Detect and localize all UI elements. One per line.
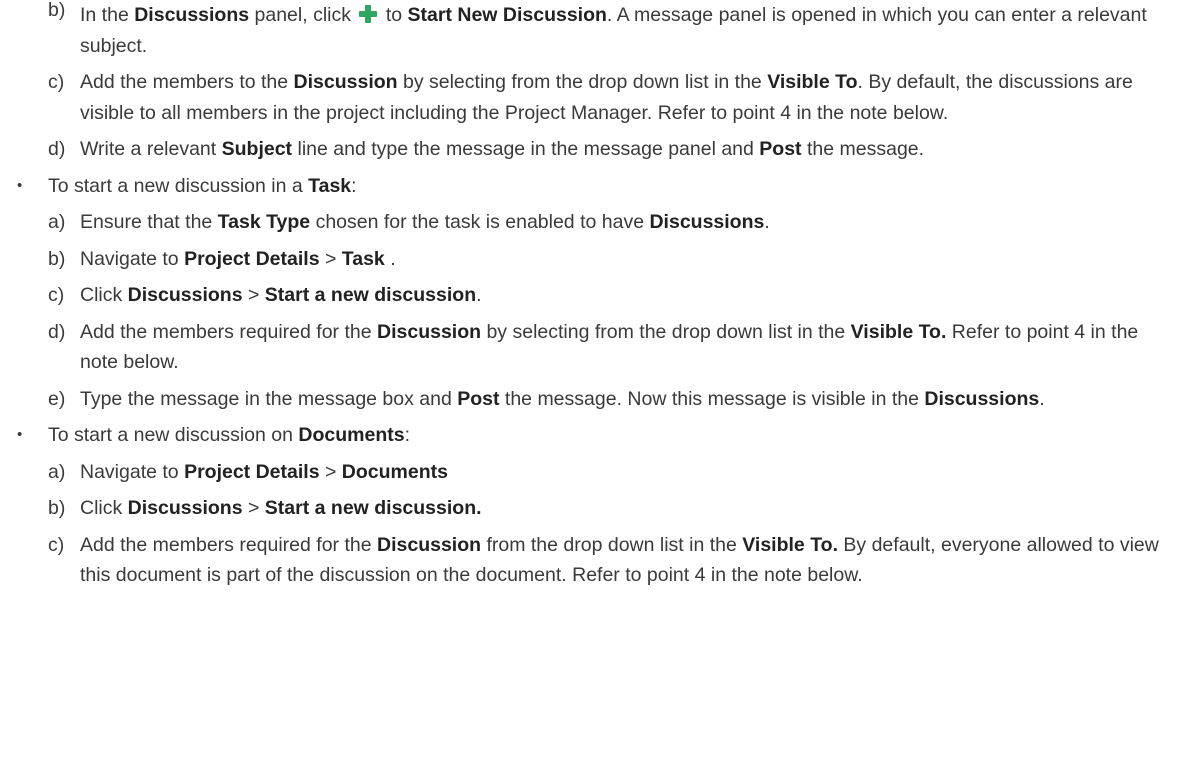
- step-marker: c): [48, 71, 65, 93]
- text-segment: Type the message in the message box and: [80, 387, 458, 410]
- text-segment: .: [384, 247, 396, 270]
- ui-term: Documents: [341, 460, 448, 483]
- ui-term: Task Type: [217, 211, 311, 233]
- step-b-start-new-discussion: b) In the Discussions panel, click to Sta…: [0, 0, 1190, 61]
- ui-term: Visible To.: [850, 320, 947, 343]
- text-segment: panel, click: [249, 4, 357, 26]
- step-text: Navigate to Project Details > Task .: [80, 248, 396, 270]
- text-segment: Navigate to: [80, 247, 185, 270]
- task-step-a: a) Ensure that the Task Type chosen for t…: [0, 207, 1190, 238]
- bullet-marker: •: [17, 176, 23, 194]
- ui-term: Discussions: [924, 387, 1040, 410]
- text-segment: the message. Now this message is visible…: [499, 387, 925, 410]
- ui-term: Task: [308, 174, 352, 197]
- task-step-c: c) Click Discussions > Start a new discus…: [0, 280, 1190, 311]
- step-marker: c): [48, 284, 65, 306]
- text-segment: In the: [80, 4, 135, 26]
- ui-term: Project Details: [184, 247, 320, 270]
- text-segment: by selecting from the drop down list in …: [397, 71, 768, 93]
- text-segment: Add the members required for the: [80, 533, 377, 556]
- step-marker: b): [48, 247, 66, 270]
- ui-term: Project Details: [184, 460, 320, 483]
- step-marker: d): [48, 138, 66, 160]
- text-segment: Add the members required for the: [80, 320, 377, 343]
- step-text: Ensure that the Task Type chosen for the…: [80, 211, 770, 233]
- text-segment: chosen for the task is enabled to have: [310, 211, 650, 233]
- text-segment: line and type the message in the message…: [292, 138, 760, 160]
- text-segment: Write a relevant: [80, 138, 222, 160]
- text-segment: :: [404, 424, 410, 446]
- ui-term: Start New Discussion: [407, 4, 607, 26]
- text-segment: >: [319, 460, 342, 483]
- step-marker: d): [48, 320, 66, 343]
- text-segment: by selecting from the drop down list in …: [481, 320, 851, 343]
- step-marker: a): [48, 211, 66, 233]
- bullet-task: • To start a new discussion in a Task:: [0, 171, 1190, 202]
- ui-term: Discussion: [377, 320, 482, 343]
- text-segment: >: [242, 284, 265, 306]
- text-segment: .: [1039, 387, 1045, 410]
- task-step-b: b) Navigate to Project Details > Task .: [0, 244, 1190, 275]
- step-marker: c): [48, 533, 65, 556]
- text-segment: :: [351, 174, 357, 197]
- text-segment: To start a new discussion on: [48, 424, 299, 446]
- ui-term: Discussions: [649, 211, 765, 233]
- step-text: Add the members required for the Discuss…: [80, 534, 1159, 587]
- text-segment: Click: [80, 497, 128, 519]
- task-step-e: e) Type the message in the message box an…: [0, 384, 1190, 415]
- doc-step-a: a) Navigate to Project Details > Document…: [0, 457, 1190, 488]
- text-segment: the message.: [801, 138, 925, 160]
- step-text: Write a relevant Subject line and type t…: [80, 138, 924, 160]
- text-segment: To start a new discussion in a: [48, 174, 309, 197]
- task-step-d: d) Add the members required for the Discu…: [0, 317, 1190, 378]
- ui-term: Discussion: [293, 71, 398, 93]
- step-text: Navigate to Project Details > Documents: [80, 461, 448, 483]
- ui-term: Discussion: [377, 533, 482, 556]
- step-text: Add the members required for the Discuss…: [80, 321, 1138, 374]
- step-marker: a): [48, 460, 66, 483]
- text-segment: to: [380, 4, 408, 26]
- step-marker: e): [48, 387, 66, 410]
- bullet-documents: • To start a new discussion on Documents:: [0, 420, 1190, 451]
- ui-term: Task: [341, 247, 385, 270]
- ui-term: Subject: [221, 138, 293, 160]
- step-text: Click Discussions > Start a new discussi…: [80, 497, 482, 519]
- step-marker: b): [48, 497, 66, 519]
- doc-step-c: c) Add the members required for the Discu…: [0, 530, 1190, 591]
- step-marker: b): [48, 0, 66, 21]
- ui-term: Visible To.: [742, 533, 838, 556]
- step-c-add-members: c) Add the members to the Discussion by s…: [0, 67, 1190, 128]
- step-d-write-subject: d) Write a relevant Subject line and type…: [0, 134, 1190, 165]
- text-segment: Add the members to the: [80, 71, 294, 93]
- instruction-document: b) In the Discussions panel, click to Sta…: [0, 0, 1190, 597]
- text-segment: .: [764, 211, 770, 233]
- ui-term: Discussions: [134, 4, 250, 26]
- ui-term: Start a new discussion: [264, 284, 477, 306]
- text-segment: Ensure that the: [80, 211, 218, 233]
- ui-term: Discussions: [127, 284, 243, 306]
- plus-icon: [358, 4, 378, 24]
- ui-term: Start a new discussion.: [264, 497, 482, 519]
- text-segment: >: [242, 497, 265, 519]
- step-text: To start a new discussion on Documents:: [48, 424, 410, 446]
- bullet-marker: •: [17, 426, 23, 443]
- text-segment: .: [476, 284, 482, 306]
- text-segment: Click: [80, 284, 128, 306]
- step-text: Click Discussions > Start a new discussi…: [80, 284, 482, 306]
- text-segment: from the drop down list in the: [481, 533, 743, 556]
- doc-step-b: b) Click Discussions > Start a new discus…: [0, 493, 1190, 524]
- step-text: Type the message in the message box and …: [80, 388, 1045, 410]
- ui-term: Post: [457, 387, 500, 410]
- step-text: To start a new discussion in a Task:: [48, 175, 357, 197]
- step-text: Add the members to the Discussion by sel…: [80, 71, 1133, 124]
- ui-term: Discussions: [127, 497, 243, 519]
- text-segment: >: [319, 247, 342, 270]
- ui-term: Documents: [298, 424, 405, 446]
- ui-term: Post: [759, 138, 802, 160]
- text-segment: Navigate to: [80, 460, 185, 483]
- ui-term: Visible To: [767, 71, 858, 93]
- step-text: In the Discussions panel, click to Start…: [80, 4, 1147, 57]
